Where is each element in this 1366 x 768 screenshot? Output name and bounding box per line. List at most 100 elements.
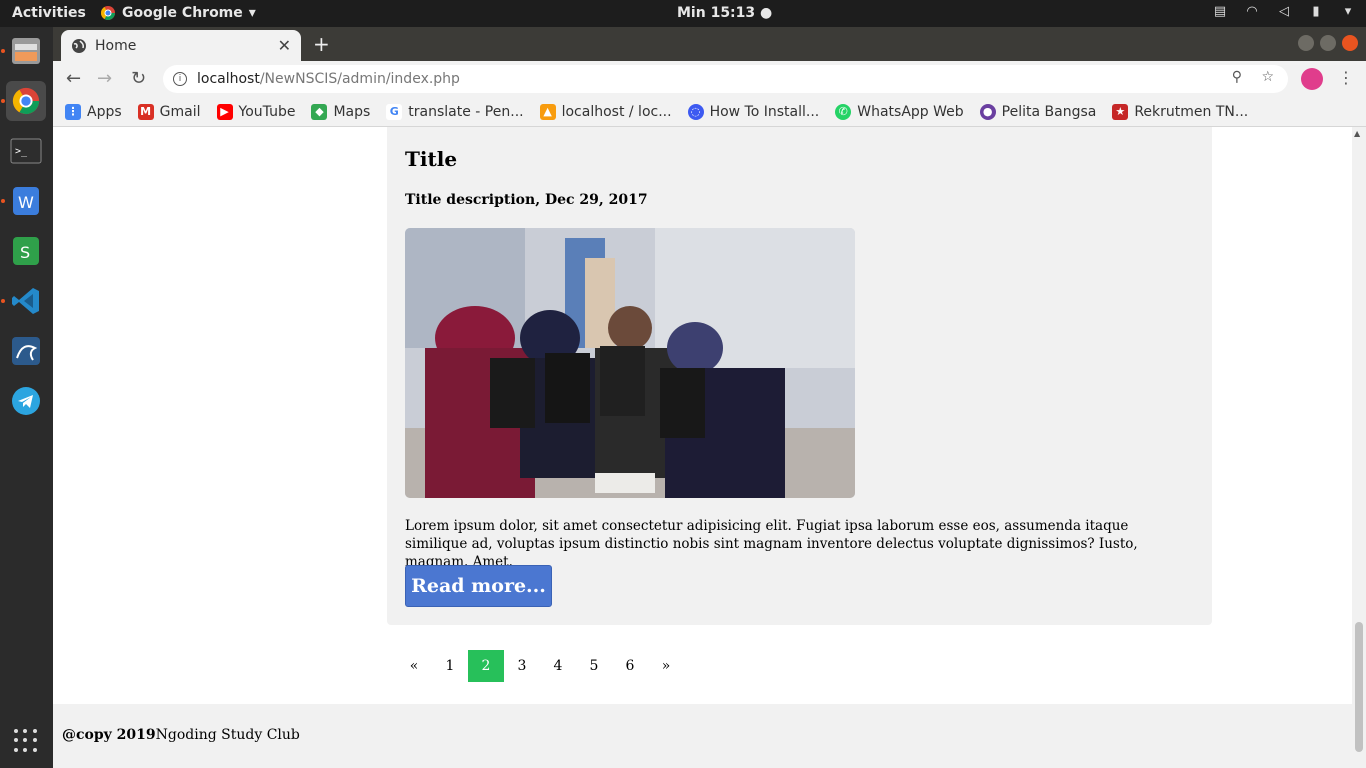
chevron-down-icon: ▾ bbox=[248, 5, 256, 21]
bookmarks-bar: ⋮ Apps M Gmail ▶ YouTube ◆ Maps Gtranslate -… bbox=[53, 97, 1366, 127]
mysql-workbench-icon[interactable] bbox=[6, 331, 46, 371]
post-title: Title bbox=[405, 147, 458, 171]
close-window-button[interactable] bbox=[1342, 35, 1358, 51]
pelita-bangsa-icon: ● bbox=[979, 103, 996, 120]
tni-icon: ★ bbox=[1112, 103, 1129, 120]
app-name: Google Chrome bbox=[122, 5, 243, 21]
apps-grid-icon: ⋮ bbox=[65, 103, 81, 120]
system-tray[interactable]: ▤ ◠ ◁ ▮ ▾ bbox=[1212, 4, 1356, 20]
bookmark-label: WhatsApp Web bbox=[857, 103, 964, 120]
tab-strip: Home ✕ + bbox=[53, 27, 1366, 61]
battery-icon[interactable]: ▮ bbox=[1308, 4, 1324, 20]
back-arrow-icon[interactable]: ← bbox=[66, 68, 81, 89]
vscode-icon[interactable] bbox=[6, 281, 46, 321]
pagination-page-5[interactable]: 5 bbox=[576, 650, 612, 682]
maps-icon: ◆ bbox=[311, 103, 328, 120]
more-menu-icon[interactable]: ⋮ bbox=[1338, 68, 1354, 87]
scroll-up-arrow-icon[interactable]: ▲ bbox=[1354, 129, 1360, 138]
phpmyadmin-icon: ▲ bbox=[539, 103, 556, 120]
bookmark-label: Pelita Bangsa bbox=[1001, 103, 1097, 120]
post-body: Lorem ipsum dolor, sit amet consectetur … bbox=[405, 518, 1138, 570]
maximize-button[interactable] bbox=[1320, 35, 1336, 51]
google-icon: G bbox=[386, 103, 403, 120]
avatar[interactable] bbox=[1301, 68, 1323, 90]
reload-icon[interactable]: ↻ bbox=[131, 68, 146, 89]
dock: >_ W S bbox=[0, 27, 53, 768]
browser-toolbar: ← → ↻ i localhost/NewNSCIS/admin/index.p… bbox=[53, 61, 1366, 97]
files-icon[interactable] bbox=[6, 31, 46, 71]
forward-arrow-icon[interactable]: → bbox=[97, 68, 112, 89]
bookmark-whatsapp[interactable]: ✆ WhatsApp Web bbox=[835, 103, 964, 120]
url-host: localhost bbox=[197, 71, 260, 87]
bookmark-apps[interactable]: ⋮ Apps bbox=[65, 103, 122, 120]
pagination-next[interactable]: » bbox=[648, 650, 684, 682]
keyboard-icon[interactable]: ▤ bbox=[1212, 4, 1228, 20]
address-bar[interactable]: i localhost/NewNSCIS/admin/index.php ⚲ ☆ bbox=[163, 65, 1288, 93]
wps-writer-icon[interactable]: W bbox=[6, 181, 46, 221]
bookmark-label: YouTube bbox=[238, 103, 296, 120]
star-icon[interactable]: ☆ bbox=[1261, 69, 1274, 85]
bookmark-label: Rekrutmen TN... bbox=[1134, 103, 1249, 120]
bookmark-translate[interactable]: Gtranslate - Pen... bbox=[386, 103, 524, 120]
pagination-page-1[interactable]: 1 bbox=[432, 650, 468, 682]
site-icon: ◌ bbox=[687, 103, 704, 120]
bookmark-pelita-bangsa[interactable]: ● Pelita Bangsa bbox=[979, 103, 1097, 120]
page-scrollbar[interactable]: ▲ bbox=[1352, 127, 1366, 768]
pagination-page-3[interactable]: 3 bbox=[504, 650, 540, 682]
pagination-page-2[interactable]: 2 bbox=[468, 650, 504, 682]
svg-text:>_: >_ bbox=[15, 146, 28, 157]
gmail-icon: M bbox=[137, 103, 154, 120]
pagination-prev[interactable]: « bbox=[396, 650, 432, 682]
footer-copy: @copy 2019 bbox=[62, 727, 156, 743]
page-content: Title Title description, Dec 29, 2017 Lo… bbox=[53, 127, 1352, 768]
read-more-button[interactable]: Read more... bbox=[405, 565, 552, 607]
pagination-page-6[interactable]: 6 bbox=[612, 650, 648, 682]
wps-spreadsheet-icon[interactable]: S bbox=[6, 231, 46, 271]
svg-text:W: W bbox=[18, 193, 34, 212]
system-top-bar: Activities Google Chrome ▾ Min 15:13 ● ▤… bbox=[0, 0, 1366, 27]
scrollbar-thumb[interactable] bbox=[1355, 622, 1363, 752]
bookmark-label: Gmail bbox=[159, 103, 201, 120]
volume-icon[interactable]: ◁ bbox=[1276, 4, 1292, 20]
zoom-icon[interactable]: ⚲ bbox=[1232, 69, 1242, 85]
window-controls bbox=[1298, 35, 1358, 51]
footer-club: Ngoding Study Club bbox=[155, 727, 300, 743]
footer: @copy 2019Ngoding Study Club bbox=[53, 704, 1352, 768]
pagination: « 1 2 3 4 5 6 » bbox=[396, 650, 684, 682]
post-card: Title Title description, Dec 29, 2017 Lo… bbox=[387, 127, 1212, 625]
chrome-dock-icon[interactable] bbox=[6, 81, 46, 121]
youtube-icon: ▶ bbox=[216, 103, 233, 120]
info-icon[interactable]: i bbox=[173, 72, 187, 86]
bookmark-rekrutmen[interactable]: ★ Rekrutmen TN... bbox=[1112, 103, 1249, 120]
bookmark-label: How To Install... bbox=[709, 103, 820, 120]
app-menu[interactable]: Google Chrome ▾ bbox=[100, 5, 256, 21]
new-tab-button[interactable]: + bbox=[313, 32, 330, 56]
chrome-icon bbox=[101, 6, 115, 20]
bookmark-how-to-install[interactable]: ◌ How To Install... bbox=[687, 103, 820, 120]
whatsapp-icon: ✆ bbox=[835, 103, 852, 120]
pagination-page-4[interactable]: 4 bbox=[540, 650, 576, 682]
activities-button[interactable]: Activities bbox=[12, 5, 86, 21]
bookmark-youtube[interactable]: ▶ YouTube bbox=[216, 103, 296, 120]
telegram-icon[interactable] bbox=[6, 381, 46, 421]
bookmark-label: Maps bbox=[333, 103, 371, 120]
bookmark-label: Apps bbox=[87, 103, 122, 120]
close-tab-icon[interactable]: ✕ bbox=[278, 36, 291, 55]
globe-icon bbox=[72, 38, 86, 53]
tab-home[interactable]: Home ✕ bbox=[61, 30, 301, 61]
post-image bbox=[405, 228, 855, 498]
post-subtitle: Title description, Dec 29, 2017 bbox=[405, 192, 648, 208]
minimize-button[interactable] bbox=[1298, 35, 1314, 51]
bookmark-maps[interactable]: ◆ Maps bbox=[311, 103, 371, 120]
url-path: /NewNSCIS/admin/index.php bbox=[259, 71, 460, 87]
bookmark-label: localhost / loc... bbox=[561, 103, 672, 120]
show-apps-icon[interactable] bbox=[14, 729, 38, 753]
tab-title: Home bbox=[95, 37, 137, 54]
terminal-icon[interactable]: >_ bbox=[6, 131, 46, 171]
bookmark-gmail[interactable]: M Gmail bbox=[137, 103, 201, 120]
bookmark-label: translate - Pen... bbox=[408, 103, 524, 120]
bookmark-phpmyadmin[interactable]: ▲ localhost / loc... bbox=[539, 103, 672, 120]
wifi-icon[interactable]: ◠ bbox=[1244, 4, 1260, 20]
clock[interactable]: Min 15:13 ● bbox=[677, 5, 772, 21]
chevron-down-icon[interactable]: ▾ bbox=[1340, 4, 1356, 20]
